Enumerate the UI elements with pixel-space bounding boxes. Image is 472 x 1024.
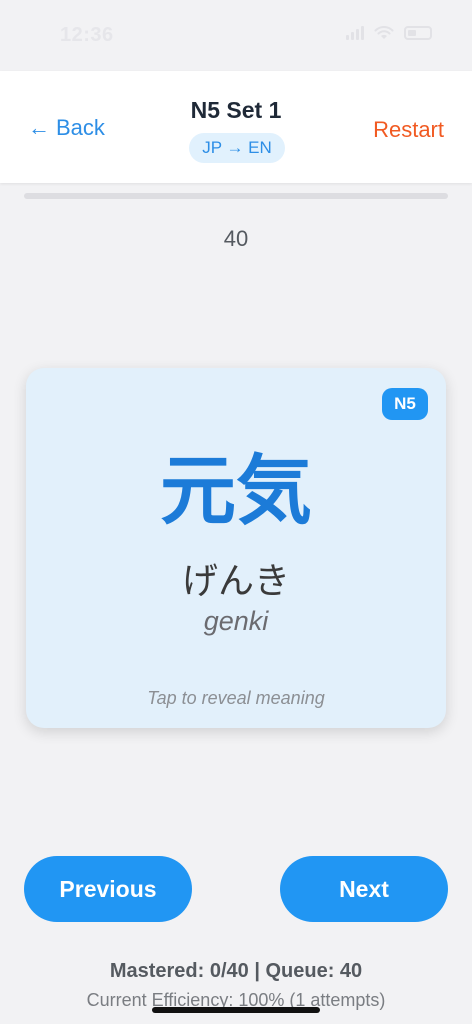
kana-text: げんき (181, 560, 290, 601)
status-icons (346, 26, 432, 40)
battery-icon (404, 26, 432, 40)
level-badge: N5 (382, 388, 428, 420)
previous-button[interactable]: Previous (24, 856, 192, 922)
romaji-text: genki (203, 606, 269, 636)
stats-summary: Mastered: 0/40 | Queue: 40 (109, 960, 363, 982)
signal-icon (346, 26, 364, 40)
status-bar: 12:36 (0, 0, 472, 70)
card-count: 40 (223, 226, 249, 251)
header: ← Back N5 Set 1 JP → EN Restart (0, 71, 472, 183)
status-time: 12:36 (60, 24, 114, 46)
restart-button[interactable]: Restart (373, 117, 444, 143)
progress-bar (24, 193, 448, 199)
flashcard-screen: 12:36 ← Back N5 Set 1 JP → EN Restart 40… (0, 0, 472, 1024)
kanji-text: 元気 (160, 449, 312, 534)
next-button[interactable]: Next (280, 856, 448, 922)
home-indicator[interactable] (152, 1007, 320, 1013)
wifi-icon (374, 26, 394, 39)
direction-badge: JP → EN (189, 133, 285, 163)
tap-hint: Tap to reveal meaning (147, 688, 325, 708)
flashcard[interactable]: N5 元気 げんき genki Tap to reveal meaning (26, 368, 446, 728)
